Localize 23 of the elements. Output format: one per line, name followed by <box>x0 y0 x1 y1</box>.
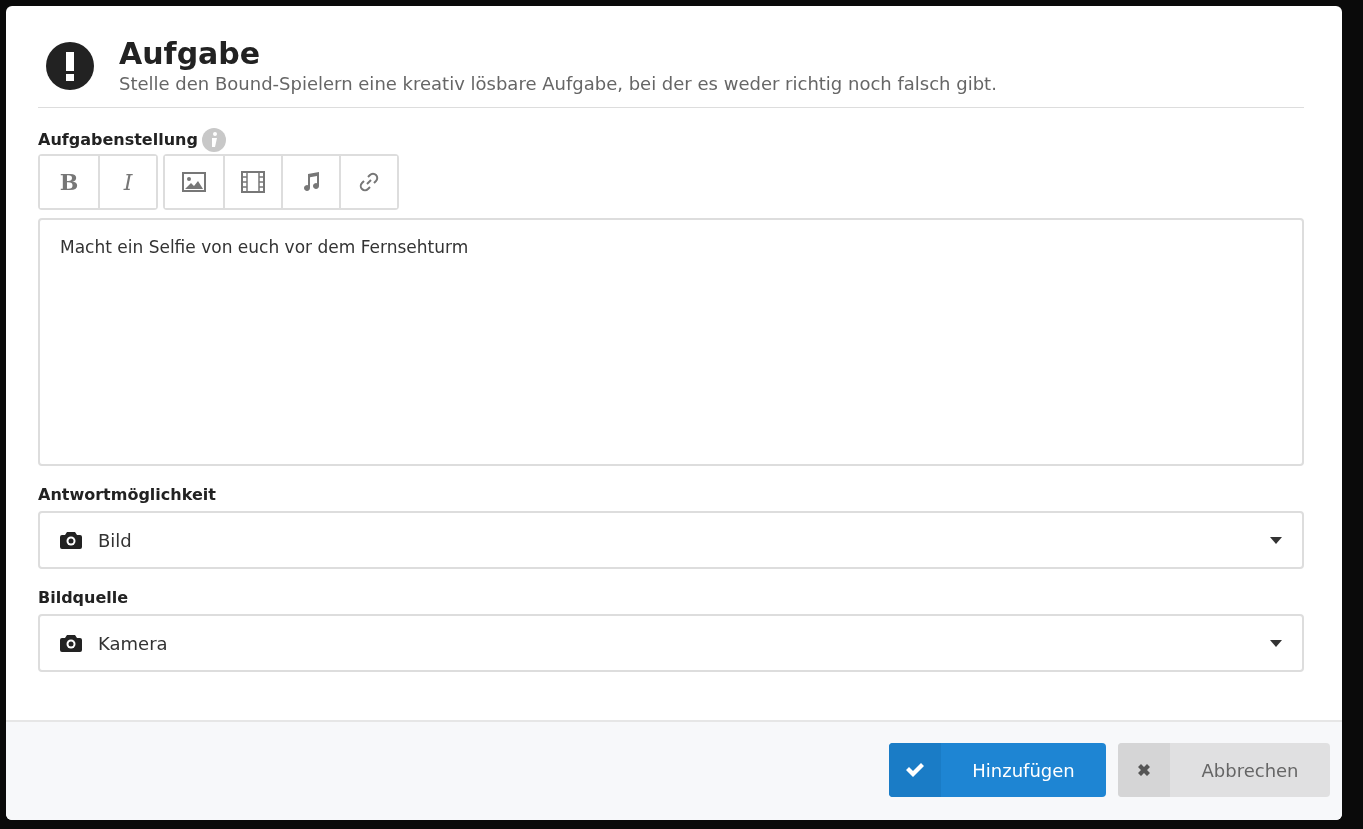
field-label: Bildquelle <box>38 587 129 609</box>
italic-button[interactable]: I <box>98 156 156 208</box>
cancel-button[interactable]: Abbrechen <box>1118 743 1330 797</box>
exclamation-icon <box>45 41 95 91</box>
image-icon <box>182 172 206 192</box>
field-label: Aufgabenstellung <box>38 129 198 151</box>
camera-icon <box>60 531 82 549</box>
text-area[interactable]: Macht ein Selfie von euch vor dem Fernsehturm <box>38 218 1304 466</box>
link-icon <box>358 171 380 193</box>
camera-icon <box>60 634 82 652</box>
select-field[interactable]: Kamera <box>38 614 1304 672</box>
check-icon <box>905 762 925 778</box>
info-icon <box>201 128 226 152</box>
field-label: Antwortmöglichkeit <box>38 484 216 506</box>
film-icon <box>241 171 265 193</box>
dialog-subtitle: Stelle den Bound-Spielern eine kreativ lösbare Aufgabe, bei der es weder richtig noch falsch gibt. <box>119 72 997 96</box>
close-icon <box>1137 763 1151 777</box>
link-button[interactable] <box>339 156 397 208</box>
caret-icon <box>1270 639 1282 647</box>
add-button[interactable]: Hinzufügen <box>889 743 1106 797</box>
select-field[interactable]: Bild <box>38 511 1304 569</box>
caret-icon <box>1270 536 1282 544</box>
dialog-title: Aufgabe <box>119 36 262 72</box>
